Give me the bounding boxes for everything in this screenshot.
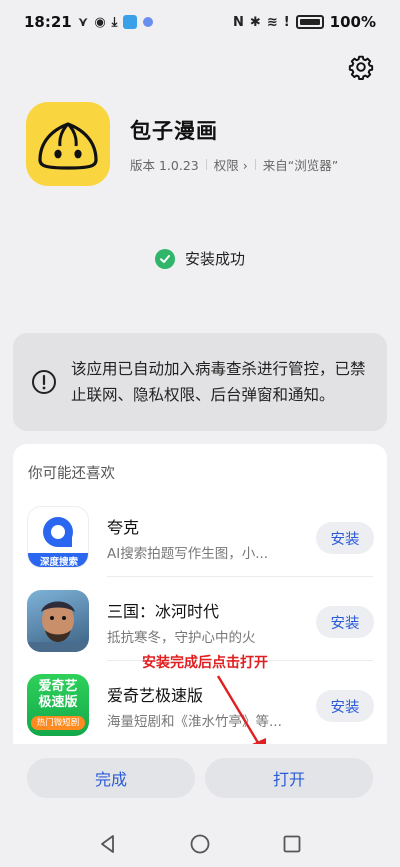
status-right: N ✱ ≋ ! 100% [233, 13, 376, 31]
iqiyi-icon-text-2: 极速版 [38, 695, 78, 710]
battery-level: 100% [329, 13, 376, 31]
divider [107, 576, 373, 577]
app-source: 来自“浏览器” [262, 157, 339, 173]
system-nav-bar [0, 820, 400, 867]
install-status-text: 安装成功 [184, 250, 245, 268]
install-button[interactable]: 安装 [316, 606, 374, 638]
check-circle-icon [154, 248, 175, 269]
nfc-icon: N [233, 14, 244, 30]
install-button[interactable]: 安装 [316, 690, 374, 722]
settings-gear-icon[interactable] [348, 54, 374, 80]
iqiyi-badge: 热门微短剧 [31, 716, 85, 730]
app-description: 抵抗寒冬，守护心中的火 [107, 630, 256, 646]
divider [205, 158, 207, 170]
app-title: 三国：冰河时代 [107, 602, 220, 621]
annotation-text: 安装完成后点击打开 [142, 655, 268, 671]
quark-app-icon: 深度搜索 [27, 506, 89, 568]
quark-badge: 深度搜索 [39, 557, 78, 568]
status-bar: 18:21 ⋎ ◉ ⤓ N ✱ ≋ ! 100% [0, 0, 400, 44]
notice-text: 该应用已自动加入病毒查杀进行管控，已禁止联网、隐私权限、后台弹窗和通知。 [71, 360, 366, 404]
signal-notification-icon: ⋎ [77, 14, 89, 30]
battery-icon [295, 15, 324, 29]
app-meta: 版本 1.0.23 权限 › 来自“浏览器” [130, 155, 338, 174]
install-button[interactable]: 安装 [316, 522, 374, 554]
app-notification-icon: ◉ [94, 14, 106, 30]
status-left: 18:21 ⋎ ◉ ⤓ [24, 13, 154, 31]
recommendation-title: 你可能还喜欢 [28, 466, 115, 482]
iqiyi-icon-text-1: 爱奇艺 [38, 679, 78, 694]
alert-icon: ! [283, 14, 290, 30]
security-notice: 该应用已自动加入病毒查杀进行管控，已禁止联网、隐私权限、后台弹窗和通知。 [13, 333, 387, 431]
notification-dot-icon [143, 17, 154, 27]
install-success: 安装成功 [0, 248, 400, 269]
divider [254, 158, 256, 170]
app-name: 包子漫画 [130, 118, 218, 143]
app-info: 包子漫画 版本 1.0.23 权限 › 来自“浏览器” [130, 115, 338, 174]
app-header: 包子漫画 版本 1.0.23 权限 › 来自“浏览器” [26, 102, 338, 186]
info-alert-icon [32, 370, 56, 394]
bun-mascot-icon [38, 122, 98, 170]
recents-square-icon[interactable] [281, 833, 303, 855]
download-icon: ⤓ [111, 14, 118, 30]
iqiyi-app-icon: 爱奇艺 极速版 热门微短剧 [27, 674, 89, 736]
back-triangle-icon[interactable] [97, 833, 119, 855]
wifi-icon: ≋ [266, 14, 278, 30]
permissions-link[interactable]: 权限 › [214, 155, 248, 174]
notification-app-icon [123, 15, 138, 29]
clock: 18:21 [24, 13, 72, 31]
permissions-label: 权限 [213, 157, 239, 173]
game-app-icon [27, 590, 89, 652]
app-icon [26, 102, 110, 186]
app-version: 版本 1.0.23 [130, 157, 199, 173]
home-circle-icon[interactable] [189, 833, 211, 855]
bluetooth-icon: ✱ [249, 14, 261, 30]
app-title: 爱奇艺极速版 [107, 686, 204, 705]
app-description: AI搜索拍题写作生图，小... [107, 546, 269, 562]
open-button[interactable]: 打开 [205, 758, 373, 798]
app-title: 夸克 [107, 518, 140, 537]
chevron-right-icon: › [238, 157, 248, 173]
done-button[interactable]: 完成 [27, 758, 195, 798]
recommendation-card: 你可能还喜欢 深度搜索 夸克 AI搜索拍题写作生图，小... 安装 三国：冰河时… [13, 444, 387, 744]
list-item[interactable]: 深度搜索 夸克 AI搜索拍题写作生图，小... 安装 [13, 500, 387, 582]
list-item[interactable]: 爱奇艺 极速版 热门微短剧 爱奇艺极速版 海量短剧和《淮水竹亭》等... 安装 [13, 668, 387, 744]
action-bar: 完成 打开 [0, 744, 400, 814]
